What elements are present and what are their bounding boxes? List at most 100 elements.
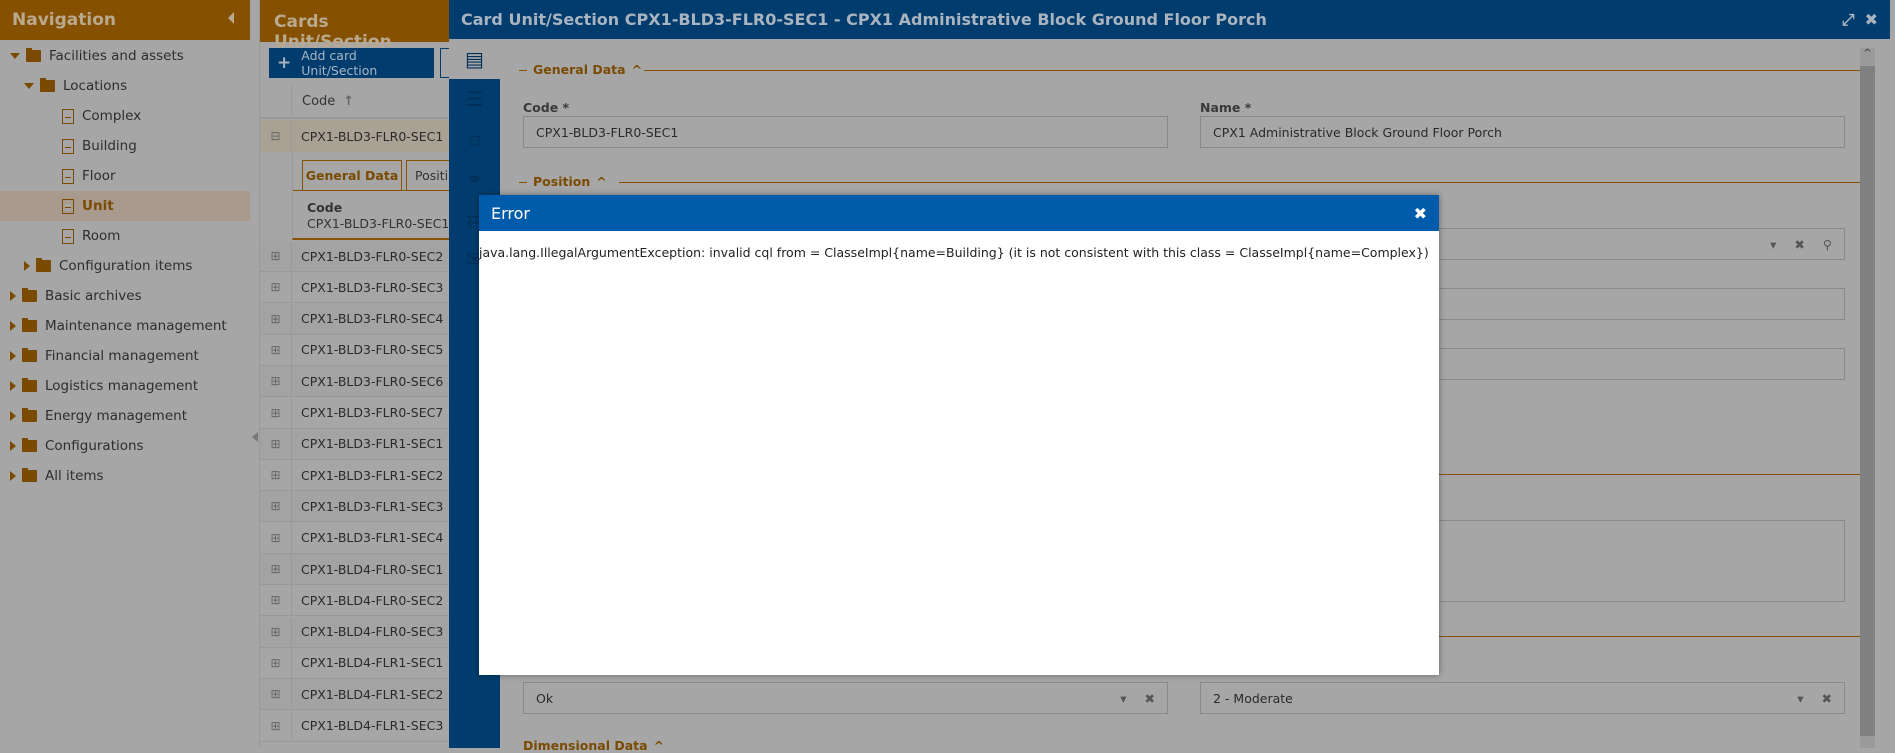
expand-row-icon[interactable]: ⊞ — [260, 334, 292, 365]
expand-row-icon[interactable]: ⊞ — [260, 710, 292, 741]
table-row[interactable]: ⊞ CPX1-BLD3-FLR0-SEC6 — [260, 366, 460, 398]
table-row[interactable]: ⊞ CPX1-BLD3-FLR0-SEC3 — [260, 272, 460, 304]
folder-icon — [22, 318, 37, 332]
nav-item[interactable]: Complex — [0, 101, 250, 131]
nav-item[interactable]: Configurations — [0, 431, 250, 461]
caret-right-icon[interactable] — [10, 351, 16, 361]
close-card-icon[interactable]: ✖ — [1865, 10, 1878, 29]
expand-row-icon[interactable]: ⊞ — [260, 241, 292, 271]
expand-row-icon[interactable]: ⊞ — [260, 460, 292, 491]
expand-row-icon[interactable]: ⊞ — [260, 585, 292, 616]
caret-right-icon[interactable] — [10, 291, 16, 301]
card-details-icon[interactable]: ▤ — [449, 39, 500, 79]
relations-link-icon[interactable]: ⚭ — [449, 159, 500, 199]
condition-select[interactable]: Ok ▾ ✖ — [523, 682, 1168, 714]
section-title: Position — [533, 174, 591, 189]
nav-item[interactable]: Floor — [0, 161, 250, 191]
detail-value: CPX1-BLD3-FLR0-SEC1 — [307, 216, 450, 231]
caret-right-icon[interactable] — [10, 441, 16, 451]
dropdown-icon[interactable]: ▾ — [1797, 691, 1803, 706]
section-title: General Data — [533, 62, 626, 77]
expand-row-icon[interactable]: ⊞ — [260, 554, 292, 584]
nav-item[interactable]: Maintenance management — [0, 311, 250, 341]
section-position[interactable]: Position ^ — [533, 174, 607, 189]
caret-right-icon[interactable] — [24, 261, 30, 271]
table-row[interactable]: ⊞ CPX1-BLD3-FLR0-SEC7 — [260, 397, 460, 429]
nav-item[interactable]: Logistics management — [0, 371, 250, 401]
expand-row-icon[interactable]: ⊞ — [260, 491, 292, 522]
clear-icon[interactable]: ✖ — [1822, 691, 1832, 706]
nav-item[interactable]: Financial management — [0, 341, 250, 371]
criticality-select[interactable]: 2 - Moderate ▾ ✖ — [1200, 682, 1845, 714]
table-row[interactable]: ⊞ CPX1-BLD4-FLR0-SEC3 — [260, 616, 460, 648]
nav-item[interactable]: Facilities and assets — [0, 41, 250, 71]
dropdown-icon[interactable]: ▾ — [1770, 237, 1776, 252]
table-row[interactable]: ⊞ CPX1-BLD3-FLR0-SEC4 — [260, 303, 460, 335]
nav-item[interactable]: Room — [0, 221, 250, 251]
caret-right-icon[interactable] — [10, 411, 16, 421]
table-row[interactable]: ⊞ CPX1-BLD3-FLR1-SEC1 — [260, 428, 460, 460]
tab-general-data[interactable]: General Data — [302, 160, 402, 190]
table-row[interactable]: ⊞ CPX1-BLD3-FLR0-SEC5 — [260, 334, 460, 366]
maximize-icon[interactable]: ⤢ — [1842, 10, 1855, 29]
row-code: CPX1-BLD3-FLR1-SEC1 — [301, 436, 444, 452]
nav-item[interactable]: Energy management — [0, 401, 250, 431]
expand-row-icon[interactable]: ⊞ — [260, 647, 292, 678]
expand-row-icon[interactable]: ⊞ — [260, 522, 292, 553]
error-header: Error ✖ — [479, 195, 1439, 231]
table-row[interactable]: ⊞ CPX1-BLD3-FLR1-SEC3 — [260, 491, 460, 523]
expand-row-icon[interactable]: ⊞ — [260, 428, 292, 459]
caret-right-icon[interactable] — [10, 381, 16, 391]
scroll-up-icon[interactable]: ^ — [1860, 48, 1875, 66]
detail-list-icon[interactable]: ☰ — [449, 79, 500, 119]
table-row[interactable]: ⊞ CPX1-BLD3-FLR1-SEC4 — [260, 522, 460, 554]
nav-item[interactable]: Locations — [0, 71, 250, 101]
expand-row-icon[interactable]: ⊞ — [260, 616, 292, 647]
table-row[interactable]: ⊞ CPX1-BLD4-FLR0-SEC2 — [260, 585, 460, 617]
nav-item[interactable]: Basic archives — [0, 281, 250, 311]
table-row[interactable]: ⊞ CPX1-BLD4-FLR1-SEC1 — [260, 647, 460, 679]
splitter-collapse-icon[interactable] — [252, 432, 258, 442]
expand-row-icon[interactable]: ⊞ — [260, 679, 292, 710]
scrollbar[interactable]: ^ — [1860, 48, 1875, 748]
column-header[interactable]: Code ↑ — [260, 86, 460, 119]
row-code: CPX1-BLD3-FLR1-SEC4 — [301, 530, 444, 546]
caret-down-icon[interactable] — [24, 83, 34, 89]
nav-item[interactable]: Unit — [0, 191, 250, 221]
scrollbar-thumb[interactable] — [1860, 66, 1875, 736]
nav-item-label: Floor — [82, 168, 116, 184]
add-card-button[interactable]: + Add card Unit/Section — [269, 48, 434, 78]
notes-icon[interactable]: ▫ — [449, 119, 500, 159]
table-row[interactable]: ⊞ CPX1-BLD3-FLR1-SEC2 — [260, 460, 460, 492]
collapse-icon[interactable] — [228, 12, 234, 24]
nav-item[interactable]: All items — [0, 461, 250, 491]
table-row[interactable]: ⊞ CPX1-BLD4-FLR1-SEC3 — [260, 710, 460, 742]
name-input[interactable]: CPX1 Administrative Block Ground Floor P… — [1200, 116, 1845, 148]
close-error-icon[interactable]: ✖ — [1414, 204, 1427, 223]
dropdown-icon[interactable]: ▾ — [1120, 691, 1126, 706]
expand-row-icon[interactable]: ⊞ — [260, 272, 292, 303]
caret-right-icon[interactable] — [10, 471, 16, 481]
nav-item[interactable]: Configuration items — [0, 251, 250, 281]
folder-icon — [22, 468, 37, 482]
table-row-expanded[interactable]: ⊟ CPX1-BLD3-FLR0-SEC1 — [260, 120, 460, 152]
table-row[interactable]: ⊞ CPX1-BLD3-FLR0-SEC2 — [260, 241, 460, 272]
caret-right-icon[interactable] — [10, 321, 16, 331]
section-dimensional-data[interactable]: Dimensional Data ^ — [523, 738, 664, 753]
expand-row-icon[interactable]: ⊞ — [260, 303, 292, 334]
clear-icon[interactable]: ✖ — [1794, 237, 1804, 252]
clear-icon[interactable]: ✖ — [1145, 691, 1155, 706]
nav-item[interactable]: Building — [0, 131, 250, 161]
folder-icon — [22, 438, 37, 452]
table-row[interactable]: ⊞ CPX1-BLD4-FLR0-SEC1 — [260, 554, 460, 585]
collapse-row-icon[interactable]: ⊟ — [260, 120, 292, 152]
search-icon[interactable]: ⚲ — [1823, 237, 1832, 252]
caret-down-icon[interactable] — [10, 53, 20, 59]
table-row[interactable]: ⊞ CPX1-BLD4-FLR1-SEC2 — [260, 679, 460, 711]
expand-row-icon[interactable]: ⊞ — [260, 397, 292, 428]
nav-item-label: Basic archives — [45, 288, 142, 304]
code-input[interactable]: CPX1-BLD3-FLR0-SEC1 — [523, 116, 1168, 148]
expand-row-icon[interactable]: ⊞ — [260, 366, 292, 397]
section-general-data[interactable]: General Data ^ — [533, 62, 642, 77]
section-title: Dimensional Data — [523, 738, 648, 753]
